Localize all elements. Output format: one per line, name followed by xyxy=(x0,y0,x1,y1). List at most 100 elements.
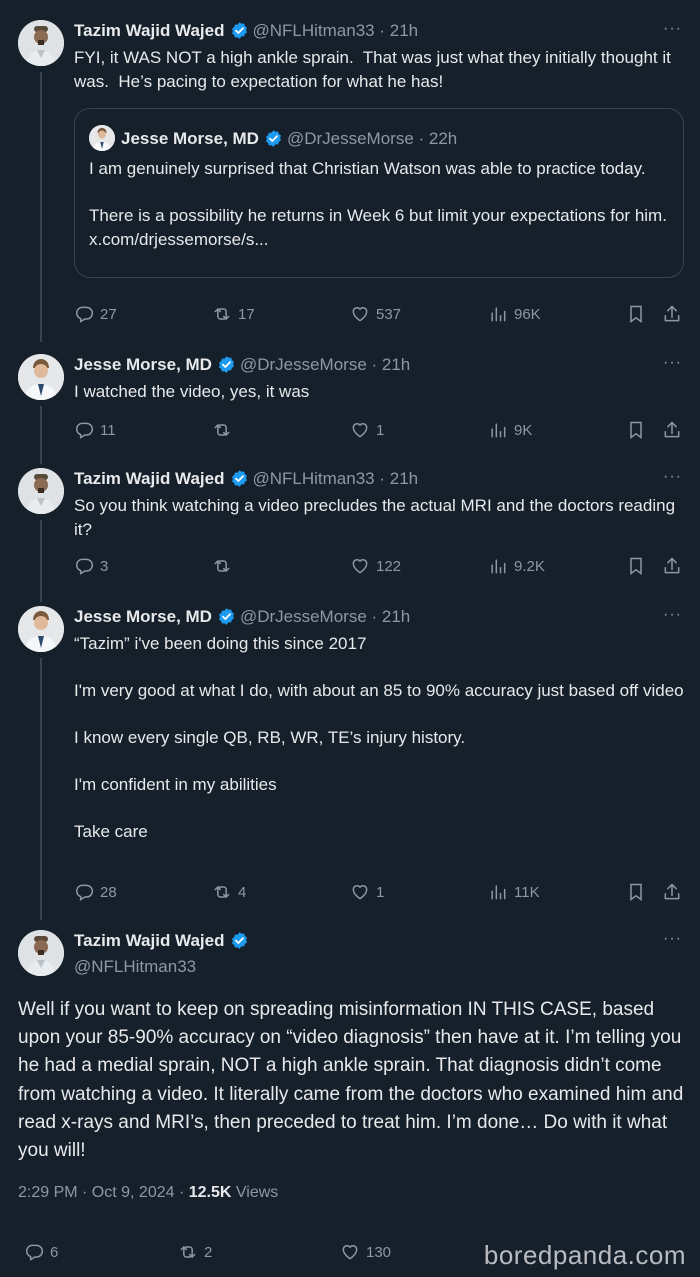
share-button[interactable] xyxy=(662,420,688,440)
tweet-actions: 28 4 1 11K xyxy=(74,882,684,904)
bookmark-button[interactable] xyxy=(626,304,652,324)
retweet-button[interactable]: 4 xyxy=(212,882,246,902)
reply-button[interactable]: 6 xyxy=(24,1242,58,1262)
bookmark-button[interactable] xyxy=(626,556,652,576)
author-name[interactable]: Tazim Wajid Wajed xyxy=(74,931,225,950)
bookmark-icon xyxy=(626,882,646,902)
reply-count: 28 xyxy=(100,883,117,901)
views-count: 12.5K xyxy=(188,1184,232,1201)
more-icon[interactable]: ··· xyxy=(663,354,682,372)
author-name[interactable]: Jesse Morse, MD xyxy=(74,607,212,626)
quote-author-handle: @DrJesseMorse · 22h xyxy=(286,129,458,148)
share-icon xyxy=(662,420,682,440)
tweet-header: Jesse Morse, MD @DrJesseMorse · 21h xyxy=(74,606,410,628)
retweet-button[interactable] xyxy=(212,420,238,440)
reply-icon xyxy=(74,304,94,324)
views-label: Views xyxy=(231,1184,279,1201)
reply-count: 3 xyxy=(100,557,109,575)
main-tweet: Tazim Wajid Wajed @NFLHitman33 ··· Well … xyxy=(0,930,700,1277)
author-handle[interactable]: @DrJesseMorse · 21h xyxy=(240,607,410,626)
reply-icon xyxy=(74,420,94,440)
share-button[interactable] xyxy=(662,304,688,324)
verified-badge-icon xyxy=(230,931,249,950)
author-handle[interactable]: @NFLHitman33 · 21h xyxy=(253,469,419,488)
avatar[interactable] xyxy=(18,930,64,976)
timestamp[interactable]: 2:29 PM · Oct 9, 2024 · xyxy=(18,1184,189,1201)
views-button[interactable]: 11K xyxy=(488,882,540,902)
watermark: boredpanda.com xyxy=(483,1240,686,1270)
reply-icon xyxy=(24,1242,44,1262)
like-button[interactable]: 1 xyxy=(350,420,384,440)
tweet-actions: 11 1 9K xyxy=(74,420,684,442)
retweet-button[interactable]: 17 xyxy=(212,304,255,324)
more-icon[interactable]: ··· xyxy=(663,606,682,624)
thread-tweet[interactable]: Tazim Wajid Wajed @NFLHitman33 · 21h ··· … xyxy=(0,468,700,592)
more-icon[interactable]: ··· xyxy=(663,930,682,948)
retweet-button[interactable]: 2 xyxy=(178,1242,212,1262)
thread-tweet[interactable]: Jesse Morse, MD @DrJesseMorse · 21h ··· “… xyxy=(0,606,700,916)
retweet-icon xyxy=(178,1242,198,1262)
reply-button[interactable]: 11 xyxy=(74,420,116,440)
views-button[interactable]: 9K xyxy=(488,420,532,440)
bookmark-icon xyxy=(626,420,646,440)
reply-button[interactable]: 28 xyxy=(74,882,117,902)
quote-author-name: Jesse Morse, MD xyxy=(121,129,259,148)
verified-badge-icon xyxy=(230,469,249,488)
tweet-actions: 3 122 9.2K xyxy=(74,556,684,578)
retweet-button[interactable] xyxy=(212,556,238,576)
share-button[interactable] xyxy=(662,556,688,576)
tweet-header: Tazim Wajid Wajed @NFLHitman33 · 21h xyxy=(74,20,418,42)
bookmark-button[interactable] xyxy=(626,420,652,440)
views-count: 9K xyxy=(514,421,533,439)
reply-button[interactable]: 3 xyxy=(74,556,108,576)
like-count: 1 xyxy=(376,883,385,901)
like-button[interactable]: 130 xyxy=(340,1242,391,1262)
like-button[interactable]: 1 xyxy=(350,882,384,902)
like-button[interactable]: 122 xyxy=(350,556,401,576)
reply-icon xyxy=(74,882,94,902)
author-handle[interactable]: @NFLHitman33 xyxy=(74,957,196,976)
retweet-count: 4 xyxy=(238,883,247,901)
verified-badge-icon xyxy=(217,355,236,374)
quote-header: Jesse Morse, MD @DrJesseMorse · 22h xyxy=(89,125,457,151)
avatar[interactable] xyxy=(18,354,64,400)
more-icon[interactable]: ··· xyxy=(663,468,682,486)
thread-tweet[interactable]: Tazim Wajid Wajed @NFLHitman33 · 21h ··· … xyxy=(0,20,700,340)
share-button[interactable] xyxy=(662,882,688,902)
views-icon xyxy=(488,420,508,440)
author-name[interactable]: Tazim Wajid Wajed xyxy=(74,21,225,40)
bookmark-icon xyxy=(626,304,646,324)
avatar[interactable] xyxy=(18,606,64,652)
views-icon xyxy=(488,882,508,902)
avatar[interactable] xyxy=(18,20,64,66)
heart-icon xyxy=(350,304,370,324)
views-icon xyxy=(488,556,508,576)
author-handle[interactable]: @NFLHitman33 · 21h xyxy=(253,21,419,40)
quoted-tweet[interactable]: Jesse Morse, MD @DrJesseMorse · 22h I am … xyxy=(74,108,684,278)
thread-tweet[interactable]: Jesse Morse, MD @DrJesseMorse · 21h ··· I… xyxy=(0,354,700,454)
author-name[interactable]: Tazim Wajid Wajed xyxy=(74,469,225,488)
views-count: 96K xyxy=(514,305,541,323)
author-handle-line: @NFLHitman33 xyxy=(74,956,196,978)
tweet-header: Tazim Wajid Wajed @NFLHitman33 · 21h xyxy=(74,468,418,490)
reply-button[interactable]: 27 xyxy=(74,304,117,324)
verified-badge-icon xyxy=(264,129,283,148)
views-button[interactable]: 9.2K xyxy=(488,556,545,576)
author-handle[interactable]: @DrJesseMorse · 21h xyxy=(240,355,410,374)
views-button[interactable]: 96K xyxy=(488,304,541,324)
like-button[interactable]: 537 xyxy=(350,304,401,324)
share-icon xyxy=(662,304,682,324)
heart-icon xyxy=(350,556,370,576)
more-icon[interactable]: ··· xyxy=(663,20,682,38)
author-name[interactable]: Jesse Morse, MD xyxy=(74,355,212,374)
avatar xyxy=(89,125,115,151)
tweet-text: “Tazim” i've been doing this since 2017 … xyxy=(74,634,684,841)
reply-icon xyxy=(74,556,94,576)
bookmark-button[interactable] xyxy=(626,882,652,902)
avatar[interactable] xyxy=(18,468,64,514)
like-count: 1 xyxy=(376,421,385,439)
bookmark-icon xyxy=(626,556,646,576)
views-count: 11K xyxy=(514,883,540,901)
tweet-text: I watched the video, yes, it was xyxy=(74,382,310,401)
views-count: 9.2K xyxy=(514,557,545,575)
